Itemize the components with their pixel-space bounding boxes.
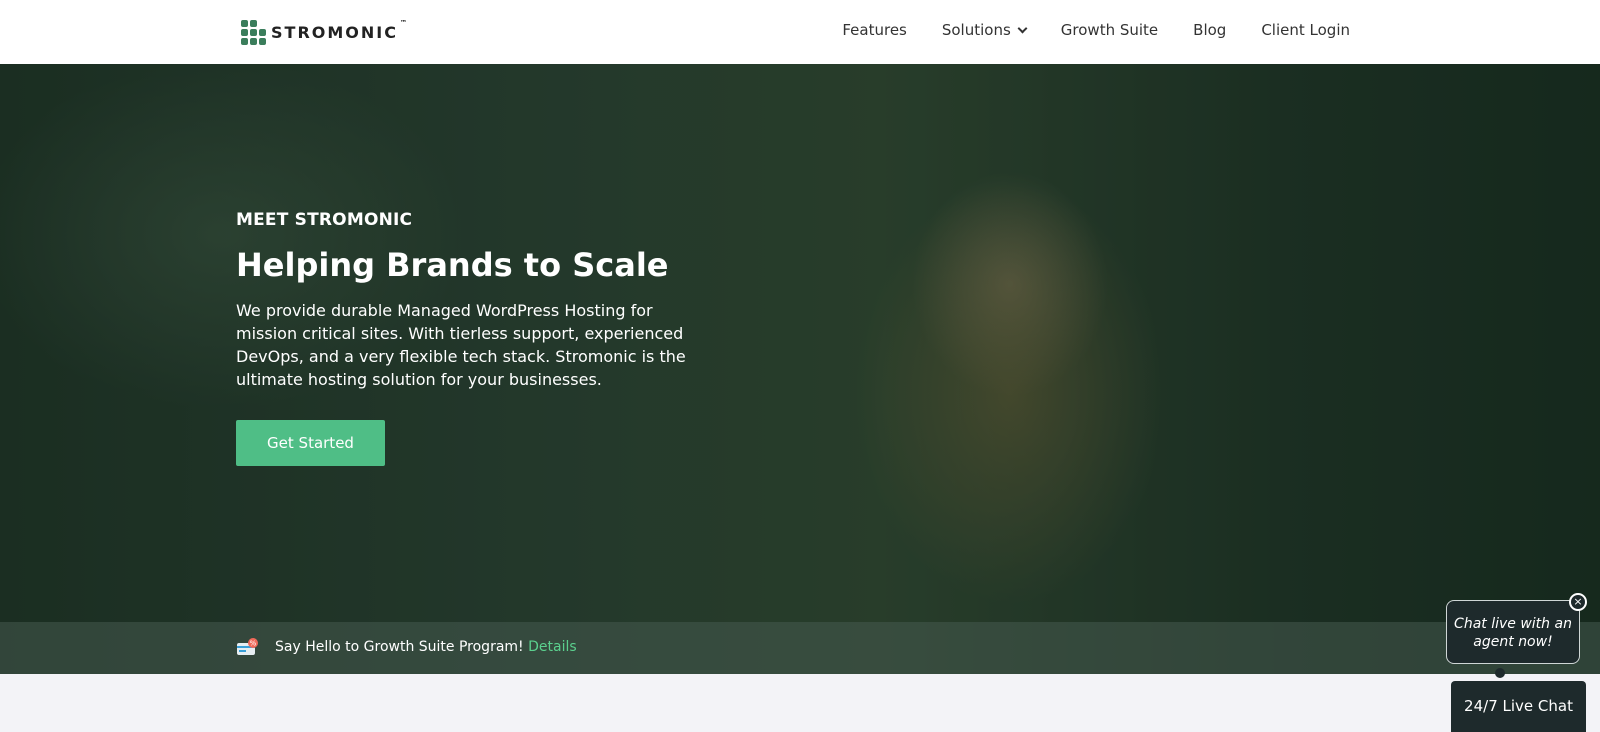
svg-text:%: % bbox=[250, 640, 257, 648]
hero-eyebrow: MEET STROMONIC bbox=[236, 210, 413, 230]
chat-prompt-bubble[interactable]: Chat live with an agent now! × bbox=[1446, 593, 1587, 664]
nav-growth-suite-label: Growth Suite bbox=[1060, 21, 1159, 39]
promo-text: Say Hello to Growth Suite Program! bbox=[275, 639, 524, 655]
live-chat-button[interactable]: 24/7 Live Chat bbox=[1451, 681, 1586, 732]
logo-mark-icon bbox=[239, 19, 266, 45]
brand-name: STROMONIC ™ bbox=[271, 19, 407, 42]
nav-blog-label: Blog bbox=[1193, 21, 1227, 39]
hero-section: MEET STROMONIC Helping Brands to Scale W… bbox=[0, 64, 1600, 674]
nav-client-login-label: Client Login bbox=[1261, 21, 1350, 39]
promo-message: Say Hello to Growth Suite Program! Detai… bbox=[275, 639, 577, 655]
get-started-button[interactable]: Get Started bbox=[236, 420, 385, 467]
nav-blog[interactable]: Blog bbox=[1193, 21, 1226, 39]
main-nav: Features Solutions Growth Suite Blog Cli… bbox=[842, 21, 1350, 39]
brand-logo[interactable]: STROMONIC ™ bbox=[239, 19, 407, 45]
trademark-mark: ™ bbox=[399, 18, 407, 27]
promo-details-link[interactable]: Details bbox=[528, 639, 577, 655]
nav-solutions-label: Solutions bbox=[941, 21, 1011, 39]
hero-content: MEET STROMONIC Helping Brands to Scale W… bbox=[236, 210, 686, 467]
nav-growth-suite[interactable]: Growth Suite bbox=[1061, 21, 1158, 39]
chevron-down-icon bbox=[1017, 23, 1028, 33]
site-header: STROMONIC ™ Features Solutions Growth Su… bbox=[0, 0, 1600, 64]
hero-description: We provide durable Managed WordPress Hos… bbox=[236, 301, 686, 390]
brand-name-text: STROMONIC bbox=[271, 22, 398, 42]
close-icon[interactable]: × bbox=[1569, 593, 1587, 611]
nav-features-label: Features bbox=[842, 21, 907, 39]
nav-solutions[interactable]: Solutions bbox=[941, 21, 1028, 39]
nav-features[interactable]: Features bbox=[842, 21, 907, 39]
chat-pointer-dot bbox=[1495, 668, 1505, 678]
chat-prompt-text: Chat live with an agent now! bbox=[1454, 616, 1572, 650]
promo-bar: % Say Hello to Growth Suite Program! Det… bbox=[0, 622, 1600, 674]
discount-card-icon: % bbox=[237, 638, 258, 655]
nav-client-login[interactable]: Client Login bbox=[1261, 21, 1350, 39]
hero-title: Helping Brands to Scale bbox=[236, 246, 669, 284]
